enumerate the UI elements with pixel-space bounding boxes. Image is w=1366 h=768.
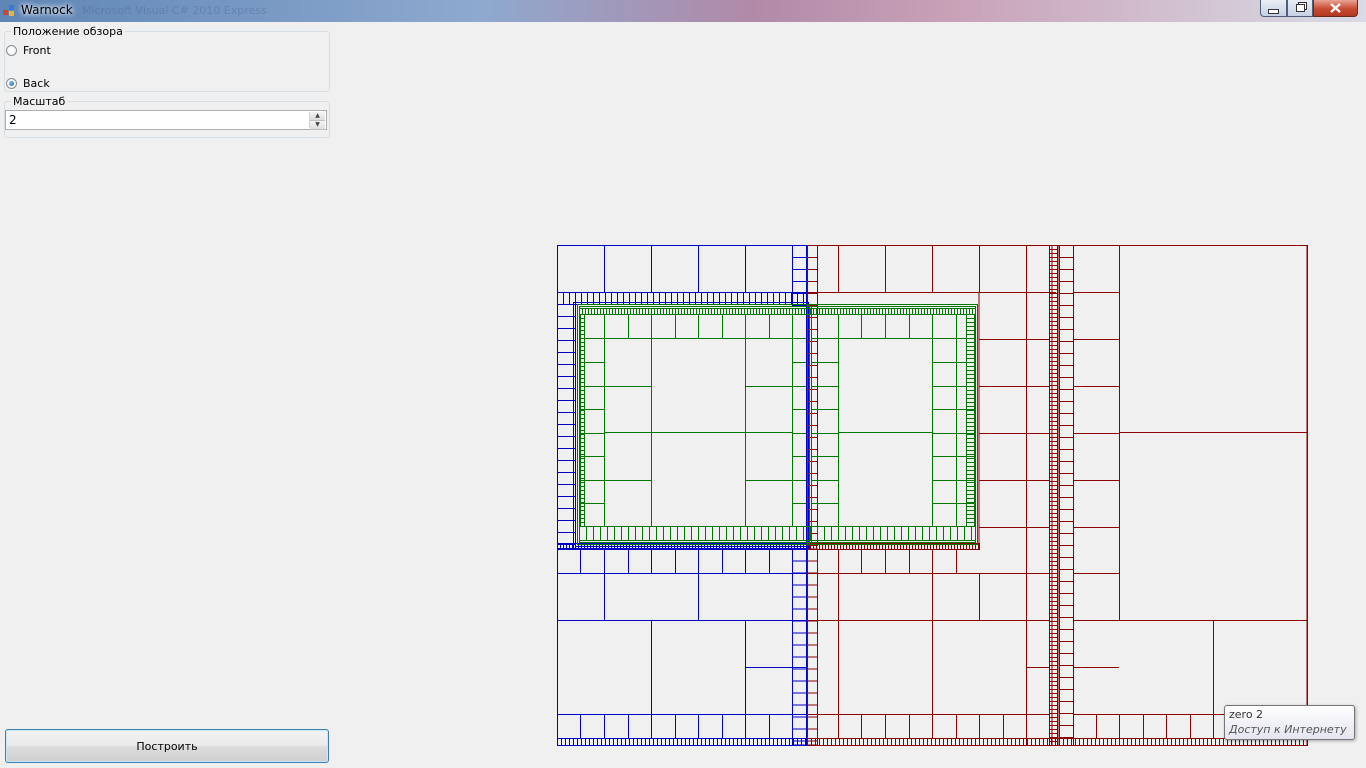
network-tooltip: zero 2 Доступ к Интернету	[1224, 705, 1355, 740]
tooltip-line2: Доступ к Интернету	[1229, 723, 1347, 736]
green-border	[579, 306, 976, 543]
tooltip-line1: zero 2	[1229, 708, 1264, 721]
blue-border-inner	[575, 304, 807, 547]
edge-band	[1306, 245, 1308, 746]
edge-band	[792, 245, 807, 306]
build-button-label: Построить	[136, 739, 198, 753]
edge-band	[1059, 245, 1074, 746]
edge-band	[807, 548, 818, 746]
edge-band	[792, 548, 807, 746]
warnock-canvas	[557, 245, 1308, 746]
edge-band	[557, 304, 576, 549]
blue-border	[573, 302, 809, 549]
build-button[interactable]: Построить	[5, 729, 329, 763]
edge-band	[1049, 245, 1058, 746]
green-region	[577, 304, 978, 545]
edge-band	[579, 526, 976, 541]
